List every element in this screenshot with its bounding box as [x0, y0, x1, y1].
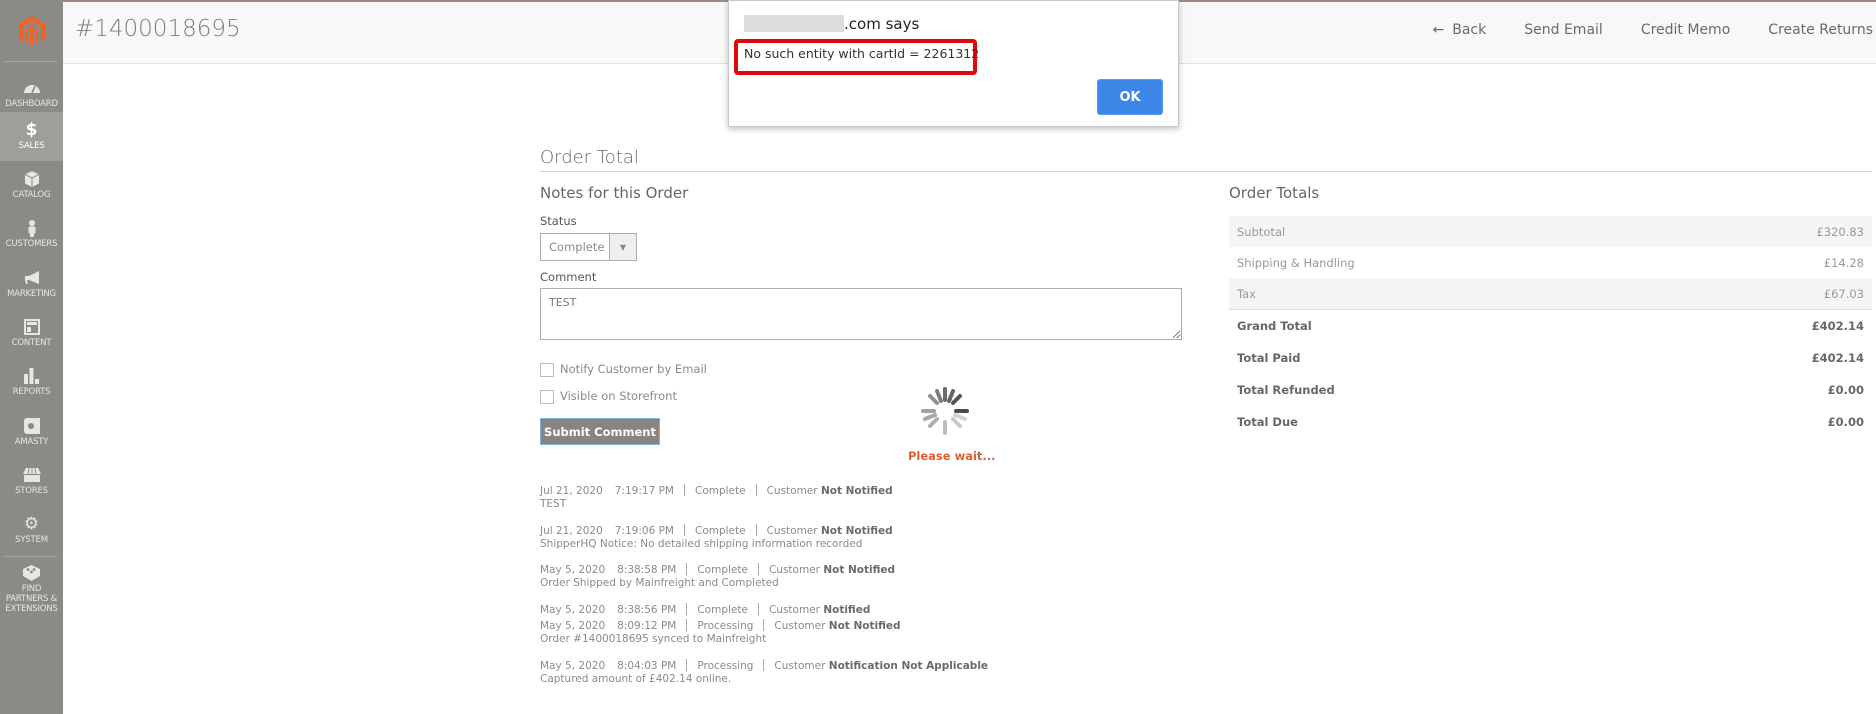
sidebar-item-reports[interactable]: Reports	[0, 358, 63, 407]
sidebar-item-label: Customers	[5, 239, 58, 249]
sidebar-item-label: Sales	[18, 141, 45, 151]
order-total-section-title: Order Total	[540, 147, 639, 168]
bricks-icon	[23, 564, 41, 581]
sidebar-item-amasty[interactable]: Amasty	[0, 408, 63, 457]
gear-icon: ⚙	[23, 514, 40, 534]
sidebar-item-label: Marketing	[7, 289, 56, 299]
back-button[interactable]: ← Back	[1433, 22, 1487, 38]
visible-storefront-label: Visible on Storefront	[560, 389, 677, 403]
dialog-title: .com says	[744, 15, 919, 33]
megaphone-icon	[23, 270, 41, 286]
section-divider	[540, 171, 1872, 172]
bar-chart-icon	[23, 368, 41, 384]
browser-alert-dialog: .com says No such entity with cartId = 2…	[728, 0, 1179, 127]
history-entry: May 5, 2020 8:09:12 PM Processing Customer …	[540, 619, 901, 645]
person-icon	[23, 219, 41, 237]
history-entry: May 5, 2020 8:38:58 PM Complete Customer No…	[540, 563, 896, 589]
amasty-icon	[23, 418, 41, 434]
sidebar-item-catalog[interactable]: Catalog	[0, 161, 63, 210]
create-returns-button[interactable]: Create Returns	[1768, 22, 1873, 38]
magento-logo[interactable]	[0, 8, 63, 54]
send-email-button[interactable]: Send Email	[1524, 22, 1603, 38]
sidebar-item-label: Reports	[12, 387, 51, 397]
sidebar-item-label: Amasty	[14, 437, 49, 447]
history-entry: Jul 21, 2020 7:19:17 PM Complete Customer N…	[540, 484, 893, 510]
history-entry: May 5, 2020 8:38:56 PM Complete Customer No…	[540, 603, 871, 616]
layout-icon	[23, 319, 41, 335]
sidebar-divider	[5, 61, 57, 62]
sidebar-item-marketing[interactable]: Marketing	[0, 260, 63, 309]
redacted-domain	[744, 15, 844, 32]
sidebar-item-label: Stores	[15, 486, 48, 496]
arrow-left-icon: ←	[1432, 22, 1445, 38]
sidebar-item-label: System	[15, 535, 48, 545]
chevron-down-icon: ▼	[609, 234, 636, 260]
totals-row-shipping: Shipping & Handling £14.28	[1237, 255, 1864, 270]
sidebar-item-label: Catalog	[12, 190, 51, 200]
page-title: #1400018695	[75, 16, 241, 42]
box-icon	[23, 171, 41, 187]
comment-label: Comment	[540, 270, 597, 284]
sidebar-item-label: Find Partners & Extensions	[5, 583, 58, 614]
magento-logo-icon	[18, 15, 45, 46]
notify-customer-label: Notify Customer by Email	[560, 362, 707, 376]
totals-row-total-due: Total Due £0.00	[1237, 415, 1864, 429]
order-totals-title: Order Totals	[1229, 184, 1320, 202]
header-actions: ← Back Send Email Credit Memo Create Retu…	[1433, 22, 1876, 38]
please-wait-text: Please wait...	[908, 449, 996, 463]
sidebar-item-find-partners[interactable]: Find Partners & Extensions	[0, 562, 63, 616]
notes-title: Notes for this Order	[540, 184, 689, 202]
sidebar-item-sales[interactable]: $ Sales	[0, 112, 63, 161]
sidebar-item-system[interactable]: ⚙ System	[0, 506, 63, 555]
dialog-message: No such entity with cartId = 2261312	[744, 46, 980, 61]
history-entry: Jul 21, 2020 7:19:06 PM Complete Customer N…	[540, 524, 893, 550]
comment-textarea[interactable]: TEST	[540, 288, 1182, 340]
dollar-icon: $	[25, 120, 38, 140]
submit-comment-button[interactable]: Submit Comment	[540, 418, 660, 445]
admin-sidebar: Dashboard $ Sales Catalog Customers Mark…	[0, 0, 63, 714]
loading-spinner-icon	[921, 387, 969, 435]
history-entry: May 5, 2020 8:04:03 PM Processing Customer …	[540, 659, 989, 685]
sidebar-item-content[interactable]: Content	[0, 309, 63, 358]
sidebar-item-label: Dashboard	[5, 99, 58, 109]
ok-button[interactable]: OK	[1097, 79, 1163, 115]
status-select[interactable]: Complete ▼	[540, 233, 637, 261]
sidebar-item-customers[interactable]: Customers	[0, 210, 63, 259]
storefront-icon	[22, 467, 41, 483]
totals-row-subtotal: Subtotal £320.83	[1229, 216, 1872, 247]
status-select-value: Complete	[549, 240, 605, 254]
totals-row-total-paid: Total Paid £402.14	[1237, 351, 1864, 365]
sidebar-item-stores[interactable]: Stores	[0, 457, 63, 506]
notify-customer-checkbox[interactable]	[540, 363, 554, 377]
order-totals-table: Subtotal £320.83 Shipping & Handling £14.2…	[1229, 216, 1872, 438]
gauge-icon	[23, 80, 41, 96]
totals-row-grand-total: Grand Total £402.14	[1237, 319, 1864, 333]
sidebar-divider	[5, 556, 57, 557]
status-label: Status	[540, 214, 577, 228]
message-highlight-box: No such entity with cartId = 2261312	[734, 39, 980, 75]
totals-row-tax: Tax £67.03	[1229, 278, 1872, 310]
credit-memo-button[interactable]: Credit Memo	[1641, 22, 1730, 38]
sidebar-item-label: Content	[11, 338, 52, 348]
visible-storefront-checkbox[interactable]	[540, 390, 554, 404]
totals-row-total-refunded: Total Refunded £0.00	[1237, 383, 1864, 397]
